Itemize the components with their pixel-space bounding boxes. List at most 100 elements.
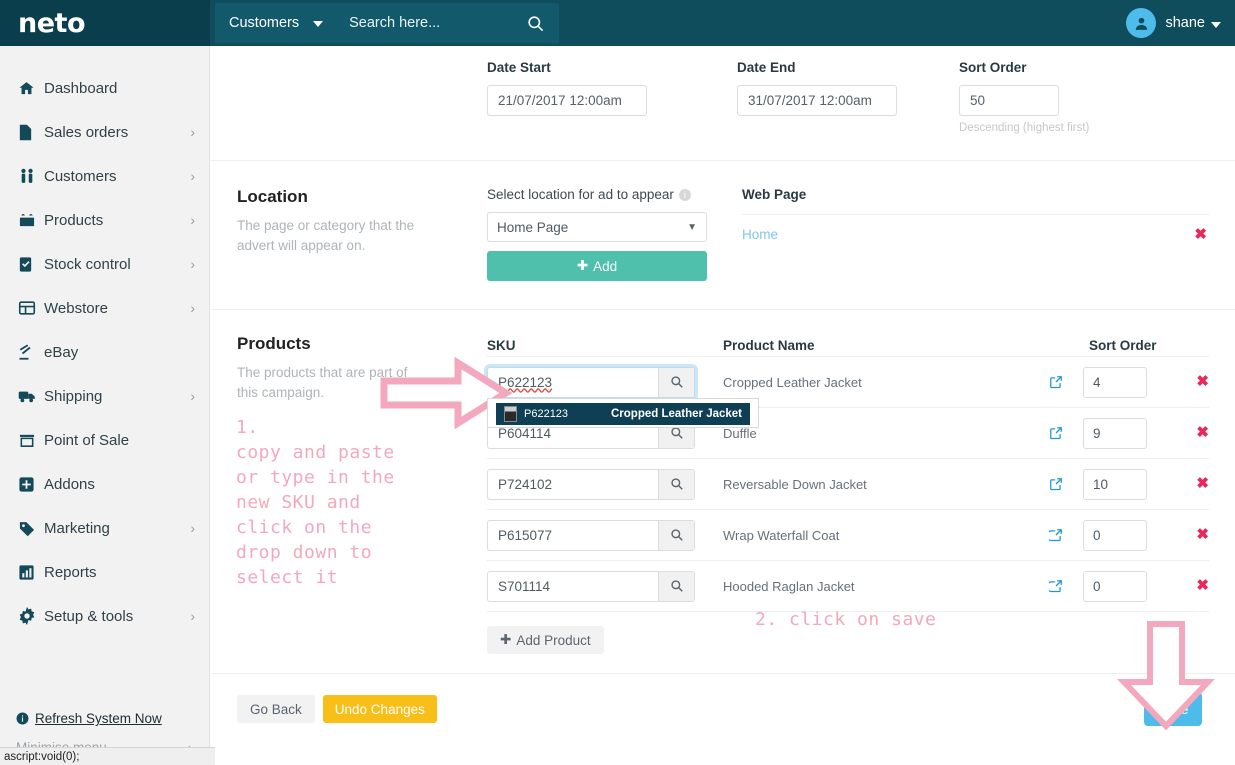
window-icon — [18, 300, 44, 316]
chevron-down-icon[interactable] — [1211, 21, 1221, 28]
sku-cell: P622123 P622123 Cropped Leather Jacket — [487, 366, 759, 428]
box-icon — [18, 212, 44, 229]
home-icon — [18, 80, 44, 97]
add-location-button[interactable]: ✚ Add — [487, 251, 707, 281]
gavel-icon — [18, 343, 44, 361]
bar-chart-icon — [18, 564, 44, 581]
sku-search-icon[interactable] — [658, 469, 694, 499]
chevron-down-icon[interactable] — [313, 21, 324, 27]
autocomplete-option-name: Cropped Leather Jacket — [610, 407, 742, 420]
sidebar-item-label: Reports — [44, 563, 97, 581]
avatar — [1126, 8, 1157, 38]
remove-product-button[interactable]: ✖ — [1196, 424, 1209, 441]
sidebar-item-webstore[interactable]: Webstore › — [0, 286, 209, 330]
remove-product-button[interactable]: ✖ — [1196, 373, 1209, 390]
sidebar-item-label: Dashboard — [44, 79, 118, 97]
refresh-system-now-label: Refresh System Now — [35, 711, 162, 726]
open-product-link-icon[interactable] — [1049, 579, 1083, 593]
sort-order-input[interactable]: 0 — [1083, 519, 1147, 551]
sku-input-value: P724102 — [498, 476, 553, 492]
date-start-input[interactable]: 21/07/2017 12:00am — [487, 85, 647, 116]
location-title: Location — [237, 187, 308, 206]
truck-icon — [18, 388, 44, 404]
products-table: SKU Product Name Sort Order P622123 P622… — [487, 334, 1209, 654]
webpage-row: Home ✖ — [742, 215, 1209, 253]
chevron-right-icon: › — [190, 300, 195, 316]
brand-logo[interactable]: neto — [0, 0, 210, 46]
sort-order-input[interactable]: 0 — [1083, 570, 1147, 602]
open-product-link-icon[interactable] — [1049, 426, 1083, 440]
sort-order-input[interactable]: 9 — [1083, 417, 1147, 449]
remove-webpage-button[interactable]: ✖ — [1194, 227, 1207, 242]
location-select-label-text: Select location for ad to appear — [487, 187, 674, 202]
products-table-header: SKU Product Name Sort Order — [487, 334, 1209, 356]
date-end-input[interactable]: 31/07/2017 12:00am — [737, 85, 897, 116]
open-product-link-icon[interactable] — [1049, 375, 1083, 389]
sku-search-icon[interactable] — [658, 367, 694, 397]
sku-input-value: S701114 — [498, 578, 551, 594]
sidebar-item-stock-control[interactable]: Stock control › — [0, 242, 209, 286]
sidebar-item-shipping[interactable]: Shipping › — [0, 374, 209, 418]
search-input[interactable] — [349, 15, 518, 31]
add-product-button[interactable]: ✚ Add Product — [487, 626, 604, 654]
date-start-label: Date Start — [487, 60, 551, 75]
chevron-down-icon: ▼ — [687, 221, 697, 233]
location-description: The page or category that the advert wil… — [237, 218, 415, 253]
search-scope-label[interactable]: Customers — [229, 15, 299, 31]
date-start-group: Date Start 21/07/2017 12:00am — [487, 60, 737, 160]
sidebar-item-addons[interactable]: Addons — [0, 462, 209, 506]
location-info: Location The page or category that the a… — [237, 187, 487, 309]
table-row: P724102 Reversable Down Jacket 10 ✖ — [487, 458, 1209, 509]
sidebar-item-marketing[interactable]: Marketing › — [0, 506, 209, 550]
sidebar-item-point-of-sale[interactable]: Point of Sale — [0, 418, 209, 462]
sidebar-item-setup-and-tools[interactable]: Setup & tools › — [0, 594, 209, 638]
product-name-cell: Wrap Waterfall Coat — [723, 527, 840, 543]
product-name-cell: Cropped Leather Jacket — [723, 374, 862, 390]
sidebar-item-label: Stock control — [44, 255, 131, 273]
chevron-right-icon: › — [190, 608, 195, 624]
user-menu[interactable]: shane — [1126, 8, 1235, 38]
sidebar-item-dashboard[interactable]: Dashboard — [0, 66, 209, 110]
location-select[interactable]: Home Page ▼ — [487, 212, 707, 242]
autocomplete-option-sku: P622123 — [524, 407, 569, 420]
refresh-system-now[interactable]: Refresh System Now — [0, 711, 209, 740]
sku-input[interactable]: P724102 — [487, 468, 695, 500]
sidebar: Dashboard Sales orders › Customers › Pro… — [0, 46, 210, 765]
plus-square-icon — [18, 476, 44, 493]
sort-order-input[interactable]: 50 — [959, 85, 1059, 116]
sort-order-input[interactable]: 4 — [1083, 366, 1147, 398]
gear-icon — [18, 607, 44, 625]
sidebar-item-label: Marketing — [44, 519, 110, 537]
sku-input[interactable]: P622123 — [487, 366, 695, 398]
sidebar-item-sales-orders[interactable]: Sales orders › — [0, 110, 209, 154]
webpage-link[interactable]: Home — [742, 227, 778, 242]
search-icon[interactable] — [517, 14, 553, 33]
table-row: P615077 Wrap Waterfall Coat 0 ✖ — [487, 509, 1209, 560]
open-product-link-icon[interactable] — [1049, 477, 1083, 491]
autocomplete-option[interactable]: P622123 Cropped Leather Jacket — [496, 402, 750, 425]
sku-input[interactable]: P615077 — [487, 519, 695, 551]
sidebar-item-products[interactable]: Products › — [0, 198, 209, 242]
location-select-value: Home Page — [497, 219, 569, 235]
sidebar-item-reports[interactable]: Reports — [0, 550, 209, 594]
sidebar-item-customers[interactable]: Customers › — [0, 154, 209, 198]
remove-product-button[interactable]: ✖ — [1196, 577, 1209, 594]
sidebar-item-ebay[interactable]: eBay — [0, 330, 209, 374]
sort-order-input[interactable]: 10 — [1083, 468, 1147, 500]
info-icon[interactable]: i — [678, 189, 691, 201]
sku-input[interactable]: S701114 — [487, 570, 695, 602]
plus-icon: ✚ — [500, 632, 512, 647]
sku-search-icon[interactable] — [658, 571, 694, 601]
remove-product-button[interactable]: ✖ — [1196, 526, 1209, 543]
open-product-link-icon[interactable] — [1049, 528, 1083, 542]
date-end-label: Date End — [737, 60, 796, 75]
undo-changes-button[interactable]: Undo Changes — [322, 695, 437, 723]
chevron-right-icon: › — [190, 168, 195, 184]
sidebar-item-label: Webstore — [44, 299, 108, 317]
go-back-button[interactable]: Go Back — [237, 695, 315, 723]
annotation-arrow-down-icon — [1116, 621, 1216, 731]
sku-search-icon[interactable] — [658, 520, 694, 550]
remove-product-button[interactable]: ✖ — [1196, 475, 1209, 492]
document-icon — [18, 124, 44, 141]
sidebar-item-label: Sales orders — [44, 123, 129, 141]
